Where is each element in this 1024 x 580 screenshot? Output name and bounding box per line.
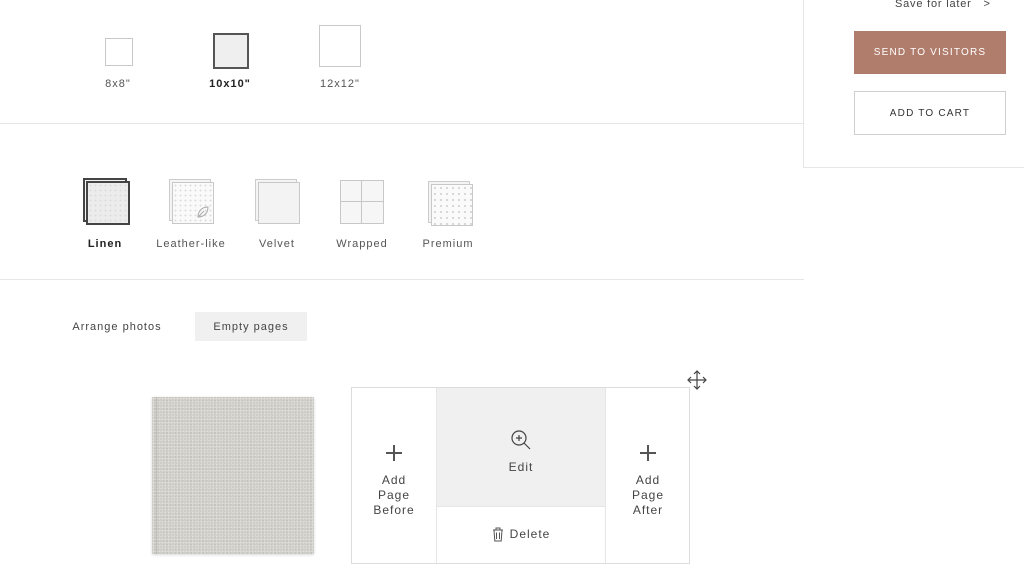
size-swatch-8x8 — [105, 38, 133, 66]
size-swatch-10x10 — [213, 33, 249, 69]
add-before-line-3: Before — [373, 503, 415, 517]
add-after-line-2: Page — [631, 488, 665, 502]
size-option-10x10[interactable]: 10x10" — [205, 30, 255, 92]
size-option-12x12[interactable]: 12x12" — [315, 22, 365, 92]
size-label-10x10: 10x10" — [209, 78, 251, 90]
save-for-later-label: Save for later — [895, 0, 972, 10]
send-to-visitors-button[interactable]: SEND TO VISITORS — [854, 31, 1006, 74]
leaf-icon — [197, 206, 209, 218]
trash-icon — [492, 527, 503, 542]
plus-icon — [386, 445, 402, 461]
material-option-leather-like[interactable]: Leather-like — [155, 176, 227, 252]
divider-materials — [0, 279, 804, 280]
edit-page-button[interactable]: Edit — [437, 388, 605, 506]
order-summary-panel: Save for later > SEND TO VISITORS ADD TO… — [803, 0, 1024, 168]
velvet-swatch — [255, 179, 300, 224]
album-cover-preview[interactable] — [152, 397, 314, 554]
add-before-line-1: Add — [381, 473, 407, 487]
add-to-cart-button[interactable]: ADD TO CART — [854, 91, 1006, 135]
material-option-wrapped[interactable]: Wrapped — [334, 176, 390, 252]
material-option-premium[interactable]: Premium — [420, 176, 476, 252]
delete-label: Delete — [509, 527, 551, 541]
add-page-before-button[interactable]: Add Page Before — [352, 388, 437, 563]
chevron-right-icon: > — [983, 0, 991, 10]
size-label-12x12: 12x12" — [320, 78, 360, 90]
add-after-line-1: Add — [635, 473, 661, 487]
add-after-line-3: After — [632, 503, 664, 517]
leather-like-swatch — [169, 179, 214, 224]
tab-empty-pages[interactable]: Empty pages — [195, 312, 307, 341]
divider-sizes — [0, 123, 804, 124]
save-for-later-link[interactable]: Save for later > — [895, 0, 991, 10]
size-label-8x8: 8x8" — [105, 78, 131, 90]
size-option-8x8[interactable]: 8x8" — [98, 30, 138, 92]
add-before-line-2: Page — [377, 488, 411, 502]
size-swatch-12x12 — [319, 25, 361, 67]
material-label-velvet: Velvet — [259, 238, 295, 250]
zoom-in-icon — [511, 430, 531, 450]
tab-arrange-photos[interactable]: Arrange photos — [62, 312, 172, 341]
delete-page-button[interactable]: Delete — [437, 506, 605, 564]
add-page-after-button[interactable]: Add Page After — [605, 388, 690, 563]
material-label-leather-like: Leather-like — [156, 238, 226, 250]
plus-icon — [640, 445, 656, 461]
material-label-premium: Premium — [422, 238, 474, 250]
linen-swatch — [83, 178, 130, 225]
material-label-linen: Linen — [87, 238, 123, 250]
material-option-linen[interactable]: Linen — [80, 176, 130, 252]
material-option-velvet[interactable]: Velvet — [252, 176, 302, 252]
page-editor: Add Page Before Edit Delete Add Page Aft… — [351, 387, 690, 564]
cover-spine — [156, 397, 157, 554]
edit-label: Edit — [508, 460, 534, 474]
material-label-wrapped: Wrapped — [336, 238, 388, 250]
wrapped-swatch — [340, 180, 384, 224]
premium-swatch — [428, 181, 473, 226]
